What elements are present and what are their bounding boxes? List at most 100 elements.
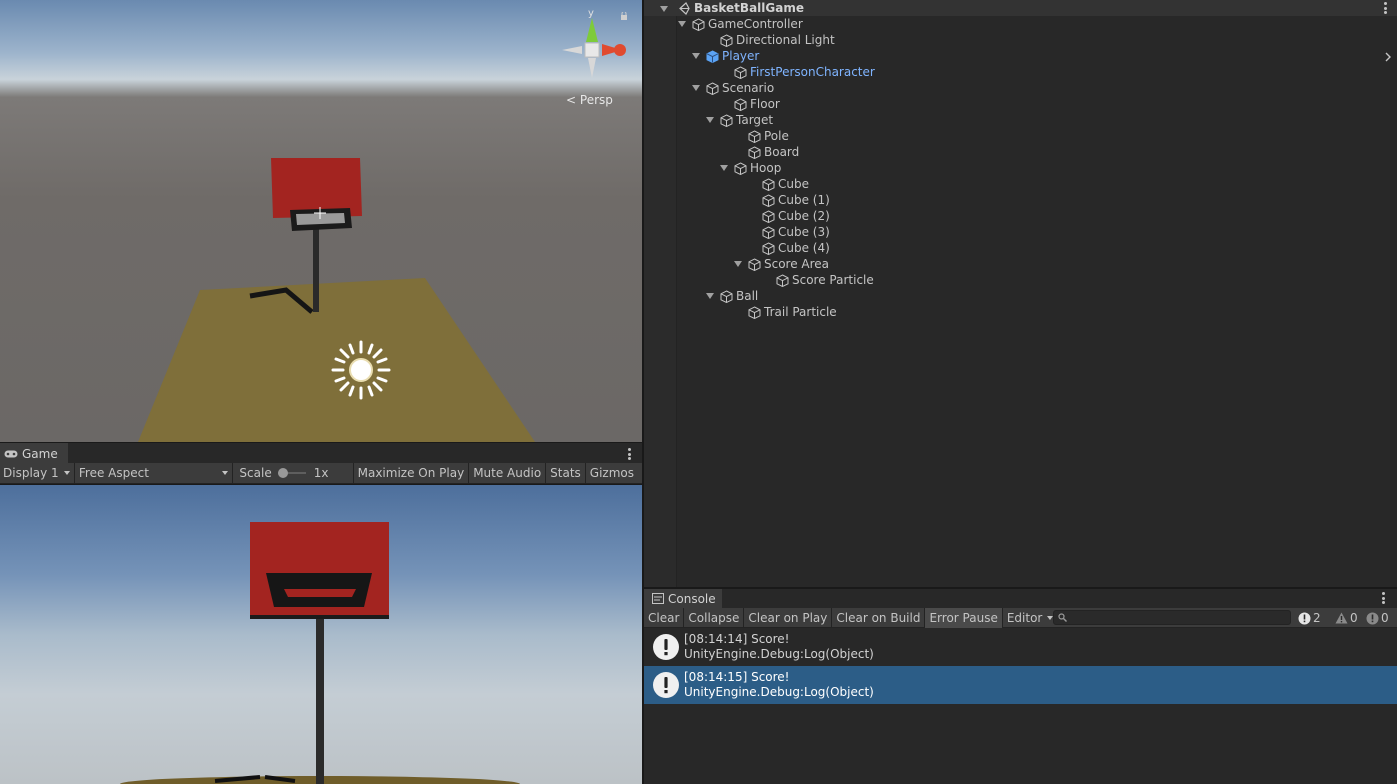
hierarchy-item-label: Trail Particle: [764, 305, 837, 319]
hierarchy-item[interactable]: Target: [644, 112, 1397, 128]
hierarchy-item[interactable]: Floor: [644, 96, 1397, 112]
aspect-dropdown[interactable]: Free Aspect: [75, 462, 234, 484]
hierarchy-item[interactable]: GameController: [644, 16, 1397, 32]
gameobject-icon: [720, 33, 733, 47]
log-message: [08:14:15] Score!: [684, 670, 790, 684]
hierarchy-item-label: FirstPersonCharacter: [750, 65, 875, 79]
gameobject-icon: [748, 145, 761, 159]
scene-name: BasketBallGame: [694, 1, 804, 15]
stats-toggle[interactable]: Stats: [546, 462, 586, 484]
tab-console[interactable]: Console: [644, 589, 722, 608]
expand-arrow-icon[interactable]: [692, 53, 700, 59]
hierarchy-item[interactable]: Score Particle: [644, 272, 1397, 288]
prefab-cube-icon: [706, 49, 719, 63]
hierarchy-item-label: Score Area: [764, 257, 830, 271]
game-menu-icon[interactable]: [627, 448, 631, 460]
hierarchy-item[interactable]: Hoop: [644, 160, 1397, 176]
hierarchy-item-label: Directional Light: [736, 33, 835, 47]
clear-on-play-toggle[interactable]: Clear on Play: [744, 607, 833, 628]
scene-gizmo-icon[interactable]: y: [558, 6, 628, 84]
hierarchy-item[interactable]: Pole: [644, 128, 1397, 144]
expand-arrow-icon[interactable]: [720, 165, 728, 171]
console-log-entry[interactable]: [08:14:14] Score! UnityEngine.Debug:Log(O…: [644, 628, 1397, 666]
maximize-on-play-label: Maximize On Play: [357, 466, 465, 480]
hierarchy-item-label: Scenario: [722, 81, 775, 95]
hierarchy-item[interactable]: FirstPersonCharacter: [644, 64, 1397, 80]
collapse-toggle-label: Collapse: [688, 610, 740, 625]
expand-arrow-icon[interactable]: [692, 85, 700, 91]
lock-icon[interactable]: [620, 12, 628, 20]
hierarchy-item[interactable]: Cube (4): [644, 240, 1397, 256]
hierarchy-item[interactable]: Cube (1): [644, 192, 1397, 208]
clear-on-build-toggle[interactable]: Clear on Build: [832, 607, 926, 628]
log-count-toggle[interactable]: 2: [1298, 608, 1321, 628]
gameobject-icon: [692, 17, 705, 31]
error-pause-toggle[interactable]: Error Pause: [925, 607, 1003, 628]
hierarchy-item[interactable]: Board: [644, 144, 1397, 160]
game-view-render[interactable]: [0, 485, 642, 784]
hierarchy-item[interactable]: Trail Particle: [644, 304, 1397, 320]
gameobject-icon: [706, 81, 719, 95]
gizmos-toggle[interactable]: Gizmos: [586, 463, 642, 484]
hierarchy-item[interactable]: Cube: [644, 176, 1397, 192]
hierarchy-item[interactable]: Scenario: [644, 80, 1397, 96]
console-panel: Console Clear Collapse Clear on Play Cle…: [644, 589, 1397, 784]
console-menu-icon[interactable]: [1381, 592, 1385, 604]
hierarchy-item-label: Hoop: [750, 161, 782, 175]
tab-game-label: Game: [22, 446, 58, 461]
gizmos-label: Gizmos: [589, 466, 635, 480]
gizmo-y-label: y: [588, 8, 594, 19]
expand-arrow-icon[interactable]: [734, 261, 742, 267]
sun-light-icon[interactable]: [330, 339, 392, 401]
hierarchy-item[interactable]: Player: [644, 48, 1397, 64]
editor-dropdown[interactable]: Editor: [1003, 608, 1057, 628]
hierarchy-scene-row[interactable]: BasketBallGame: [644, 0, 1397, 16]
expand-arrow-icon[interactable]: [706, 293, 714, 299]
expand-arrow-icon[interactable]: [678, 21, 686, 27]
clear-on-build-label: Clear on Build: [836, 610, 921, 625]
error-pause-label: Error Pause: [929, 610, 998, 625]
warning-count-toggle[interactable]: 0: [1335, 608, 1358, 628]
unity-scene-icon: [679, 1, 690, 15]
display-dropdown[interactable]: Display 1: [0, 462, 75, 484]
scene-menu-icon[interactable]: [1383, 2, 1387, 14]
clear-button-label: Clear: [648, 610, 680, 625]
hierarchy-item[interactable]: Ball: [644, 288, 1397, 304]
scale-slider[interactable]: [277, 468, 306, 478]
scale-slider-thumb[interactable]: [277, 468, 288, 478]
chevron-left-icon: <: [566, 93, 577, 107]
error-count-toggle[interactable]: 0: [1366, 608, 1389, 628]
console-log-entry[interactable]: [08:14:15] Score! UnityEngine.Debug:Log(O…: [644, 666, 1397, 704]
hierarchy-item[interactable]: Cube (2): [644, 208, 1397, 224]
game-view-scene: [120, 522, 520, 784]
tab-game[interactable]: Game: [0, 443, 68, 464]
hierarchy-panel: BasketBallGame GameController Directional …: [644, 0, 1397, 587]
target-pole: [313, 226, 319, 312]
hierarchy-item-label: Cube (4): [778, 241, 830, 255]
scene-viewport-render[interactable]: [0, 0, 642, 442]
warning-count: 0: [1350, 611, 1358, 625]
scale-value: 1x: [313, 466, 329, 480]
hierarchy-item-label: Score Particle: [792, 273, 874, 287]
tab-console-label: Console: [668, 591, 716, 606]
maximize-on-play-toggle[interactable]: Maximize On Play: [354, 462, 470, 484]
gameobject-icon: [762, 241, 775, 255]
console-tabbar: Console: [644, 589, 1397, 608]
chevron-right-icon[interactable]: [1385, 52, 1392, 62]
gameobject-icon: [776, 273, 789, 287]
hierarchy-item[interactable]: Directional Light: [644, 32, 1397, 48]
scene-view[interactable]: y < Persp: [0, 0, 642, 442]
hierarchy-item[interactable]: Cube (3): [644, 224, 1397, 240]
game-tabbar: Game: [0, 442, 642, 464]
mute-audio-toggle[interactable]: Mute Audio: [469, 462, 547, 484]
hierarchy-item[interactable]: Score Area: [644, 256, 1397, 272]
clear-button[interactable]: Clear: [644, 607, 685, 628]
collapse-toggle[interactable]: Collapse: [684, 607, 745, 628]
expand-arrow-icon[interactable]: [660, 6, 668, 12]
console-search-input[interactable]: [1053, 610, 1291, 625]
log-message: [08:14:14] Score!: [684, 632, 790, 646]
gameobject-icon: [720, 289, 733, 303]
projection-toggle[interactable]: < Persp: [566, 93, 613, 107]
expand-arrow-icon[interactable]: [706, 117, 714, 123]
log-stacktrace: UnityEngine.Debug:Log(Object): [684, 685, 874, 699]
